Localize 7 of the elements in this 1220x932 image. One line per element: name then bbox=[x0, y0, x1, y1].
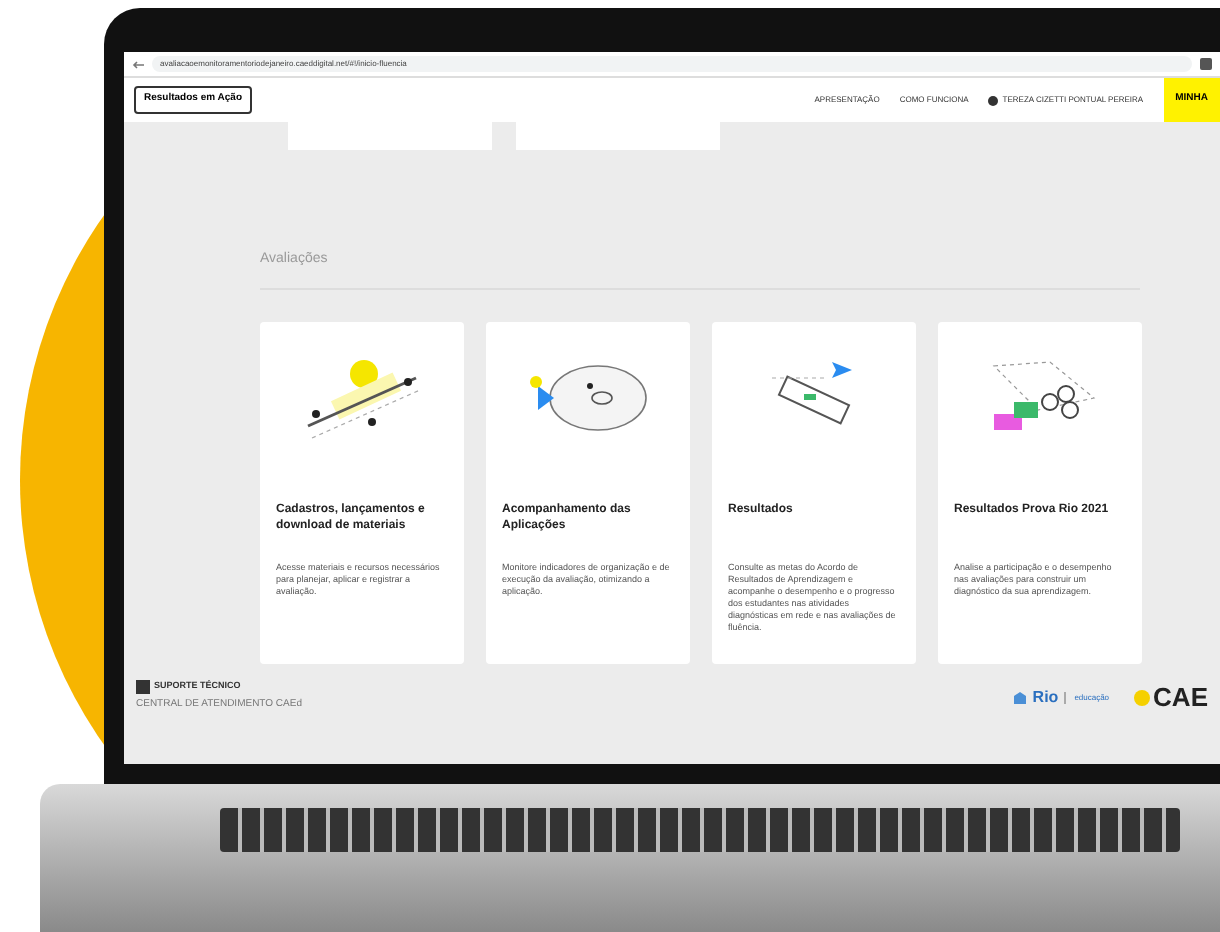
back-icon[interactable] bbox=[132, 59, 144, 69]
building-icon bbox=[1014, 691, 1027, 703]
extension-icon[interactable] bbox=[1200, 58, 1212, 70]
cae-logo: CAE bbox=[1153, 684, 1208, 710]
support-logo-icon bbox=[136, 680, 150, 695]
user-icon bbox=[988, 95, 999, 105]
rio-logo: Rio bbox=[1032, 685, 1059, 709]
